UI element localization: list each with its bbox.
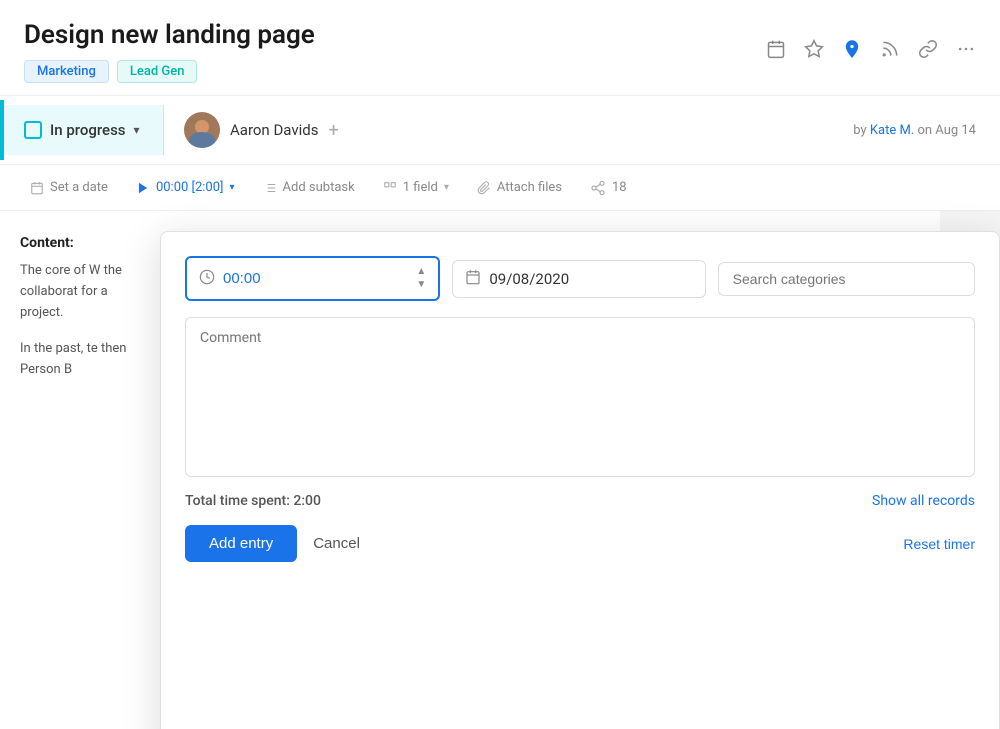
calendar-date-icon: [465, 269, 481, 289]
time-entry-modal: ▲ ▼ 09/08/2020 Total: [160, 231, 1000, 729]
calendar-small-icon: [30, 181, 44, 195]
rss-icon[interactable]: [880, 39, 900, 64]
content-paragraph2: In the past, te then Person B: [20, 339, 150, 381]
toolbar: Set a date 00:00 [2:00] ▾ Add subtask 1 …: [0, 165, 1000, 211]
header-icons: [766, 39, 976, 64]
more-icon[interactable]: [956, 39, 976, 64]
avatar: [184, 112, 220, 148]
total-row: Total time spent: 2:00 Show all records: [185, 493, 975, 509]
play-icon: [136, 181, 150, 195]
time-stepper: ▲ ▼: [416, 266, 426, 291]
field-button[interactable]: 1 field ▾: [369, 165, 463, 210]
date-input-wrapper[interactable]: 09/08/2020: [452, 260, 705, 298]
page-title: Design new landing page: [24, 20, 315, 50]
status-bar: In progress ▾ Aaron Davids + by Kate M. …: [0, 95, 1000, 165]
action-left: Add entry Cancel: [185, 525, 360, 562]
modal-inputs-row: ▲ ▼ 09/08/2020: [185, 256, 975, 301]
status-button[interactable]: In progress ▾: [4, 105, 164, 155]
clock-icon: [199, 269, 215, 289]
action-row: Add entry Cancel Reset timer: [185, 525, 975, 562]
star-icon[interactable]: [804, 39, 824, 64]
pin-icon[interactable]: [842, 39, 862, 64]
header: Design new landing page Marketing Lead G…: [0, 0, 1000, 95]
add-assignee-button[interactable]: +: [328, 120, 338, 141]
reset-timer-button[interactable]: Reset timer: [903, 536, 975, 552]
timer-chevron-icon: ▾: [230, 182, 235, 193]
time-decrement-button[interactable]: ▼: [416, 279, 426, 291]
assignee-name: Aaron Davids: [230, 121, 318, 139]
link-icon[interactable]: [918, 39, 938, 64]
date-value: 09/08/2020: [489, 270, 569, 288]
time-input-wrapper[interactable]: ▲ ▼: [185, 256, 440, 301]
timer-button[interactable]: 00:00 [2:00] ▾: [122, 165, 249, 210]
status-checkbox: [24, 121, 42, 139]
content-heading: Content:: [20, 235, 150, 251]
status-label: In progress: [50, 121, 126, 139]
assignee-area: Aaron Davids +: [164, 96, 359, 164]
attach-files-label: Attach files: [497, 180, 562, 195]
add-subtask-label: Add subtask: [283, 180, 355, 195]
calendar-icon[interactable]: [766, 39, 786, 64]
content-paragraph1: The core of W the collaborat for a proje…: [20, 261, 150, 323]
content-text: Content: The core of W the collaborat fo…: [0, 211, 170, 729]
field-chevron-icon: ▾: [444, 182, 449, 193]
add-subtask-button[interactable]: Add subtask: [249, 165, 369, 210]
paperclip-icon: [477, 181, 491, 195]
set-date-label: Set a date: [50, 180, 108, 195]
total-time-label: Total time spent: 2:00: [185, 493, 321, 509]
share-icon: [590, 180, 606, 196]
search-categories-input[interactable]: [718, 262, 975, 296]
chevron-down-icon: ▾: [134, 123, 140, 137]
field-icon: [383, 181, 397, 195]
tag-marketing[interactable]: Marketing: [24, 60, 109, 83]
status-left: In progress ▾ Aaron Davids +: [0, 96, 359, 164]
time-input[interactable]: [223, 270, 283, 287]
header-left: Design new landing page Marketing Lead G…: [24, 20, 315, 83]
field-label: 1 field: [403, 180, 438, 195]
content-area: Content: The core of W the collaborat fo…: [0, 211, 1000, 729]
attach-files-button[interactable]: Attach files: [463, 165, 576, 210]
add-entry-button[interactable]: Add entry: [185, 525, 297, 562]
subtask-icon: [263, 181, 277, 195]
set-date-button[interactable]: Set a date: [16, 165, 122, 210]
page-wrapper: Design new landing page Marketing Lead G…: [0, 0, 1000, 729]
share-button[interactable]: 18: [576, 165, 641, 210]
author-name: Kate M.: [870, 123, 914, 138]
comment-textarea[interactable]: [185, 317, 975, 477]
share-count: 18: [612, 180, 627, 195]
tags: Marketing Lead Gen: [24, 60, 315, 83]
show-all-records-link[interactable]: Show all records: [872, 493, 975, 509]
tag-leadgen[interactable]: Lead Gen: [117, 60, 198, 83]
cancel-button[interactable]: Cancel: [313, 535, 360, 552]
meta-info: by Kate M. on Aug 14: [829, 107, 1000, 154]
time-increment-button[interactable]: ▲: [416, 266, 426, 278]
timer-label: 00:00 [2:00]: [156, 180, 224, 195]
